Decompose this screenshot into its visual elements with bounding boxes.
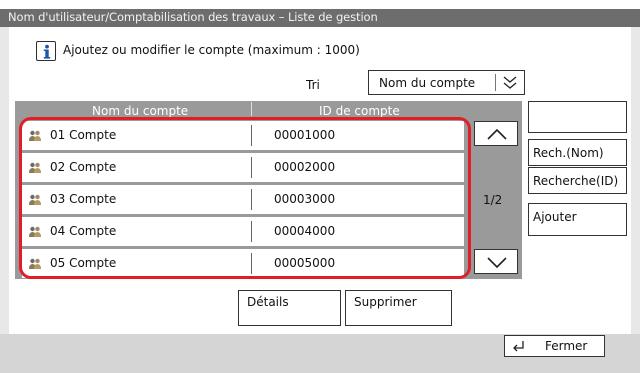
chevron-up-icon bbox=[487, 128, 507, 140]
search-by-id-button[interactable]: Recherche(ID) bbox=[528, 167, 627, 194]
add-label: Ajouter bbox=[533, 210, 577, 224]
sort-dropdown[interactable]: Nom du compte bbox=[368, 70, 525, 95]
dropdown-separator bbox=[495, 74, 496, 91]
page-indicator: 1/2 bbox=[483, 193, 503, 207]
add-button[interactable]: Ajouter bbox=[528, 203, 627, 236]
highlight-outline bbox=[19, 117, 471, 279]
info-message: Ajoutez ou modifier le compte (maximum :… bbox=[63, 43, 360, 57]
search-result-field bbox=[528, 101, 627, 133]
sort-label: Tri bbox=[306, 78, 320, 92]
column-header-account-name[interactable]: Nom du compte bbox=[92, 104, 188, 118]
close-label: Fermer bbox=[545, 339, 588, 353]
column-divider bbox=[251, 102, 252, 116]
search-by-name-button[interactable]: Rech.(Nom) bbox=[528, 139, 627, 166]
enter-icon bbox=[511, 339, 525, 353]
title-bar: Nom d'utilisateur/Comptabilisation des t… bbox=[0, 9, 640, 27]
details-label: Détails bbox=[247, 295, 289, 309]
search-by-name-label: Rech.(Nom) bbox=[533, 146, 604, 160]
sort-selected-value: Nom du compte bbox=[379, 76, 476, 90]
details-button[interactable]: Détails bbox=[238, 290, 341, 326]
search-by-id-label: Recherche(ID) bbox=[533, 174, 619, 188]
page-title: Nom d'utilisateur/Comptabilisation des t… bbox=[8, 10, 378, 24]
screen: Nom d'utilisateur/Comptabilisation des t… bbox=[0, 0, 640, 373]
close-button[interactable]: Fermer bbox=[504, 335, 605, 357]
scroll-down-button[interactable] bbox=[474, 249, 518, 274]
delete-label: Supprimer bbox=[354, 295, 417, 309]
chevron-down-icon bbox=[500, 74, 520, 92]
scroll-up-button[interactable] bbox=[474, 121, 518, 146]
column-header-account-id[interactable]: ID de compte bbox=[319, 104, 400, 118]
info-icon bbox=[36, 41, 56, 61]
chevron-down-icon bbox=[487, 257, 507, 269]
delete-button[interactable]: Supprimer bbox=[345, 290, 452, 326]
tab-cutout bbox=[0, 0, 40, 9]
